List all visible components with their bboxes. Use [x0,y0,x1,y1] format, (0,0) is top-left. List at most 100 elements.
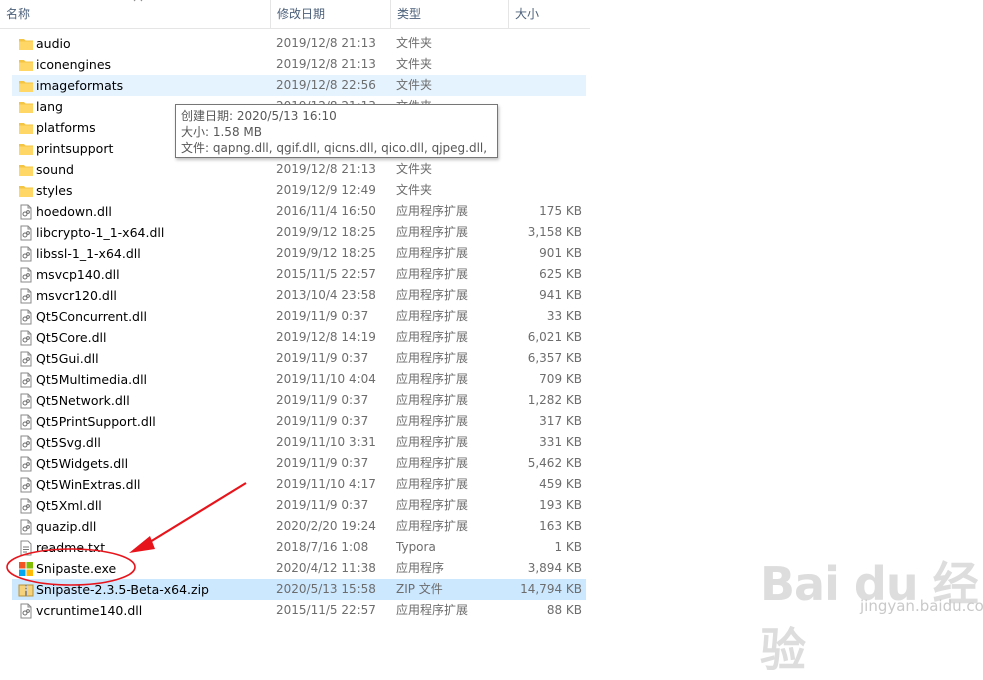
file-name: sound [36,162,74,177]
file-row[interactable]: Qt5Widgets.dll 2019/11/9 0:37 应用程序扩展 5,462 … [12,453,586,474]
file-date: 2020/4/12 11:38 [276,561,376,575]
column-header-bar: 名称 修改日期 类型 大小 [0,0,590,29]
file-name: msvcr120.dll [36,288,117,303]
column-header-type[interactable]: 类型 [390,0,508,28]
file-type: 应用程序扩展 [396,246,469,260]
file-type: 应用程序扩展 [396,309,469,323]
file-row[interactable]: Qt5Multimedia.dll 2019/11/10 4:04 应用程序扩展 70… [12,369,586,390]
file-size [492,138,582,159]
file-row[interactable]: msvcr120.dll 2013/10/4 23:58 应用程序扩展 941 KB [12,285,586,306]
file-size: 3,158 KB [527,225,582,239]
file-row[interactable]: iconengines 2019/12/8 21:13 文件夹 [12,54,586,75]
file-size [492,75,582,96]
file-date: 2019/12/8 14:19 [276,330,376,344]
file-size: 193 KB [539,498,582,512]
dll-file-icon [18,603,34,619]
file-name: Qt5Core.dll [36,330,107,345]
file-size [492,96,582,117]
file-date: 2015/11/5 22:57 [276,603,376,617]
file-date: 2019/11/9 0:37 [276,498,369,512]
file-type: 应用程序扩展 [396,288,469,302]
file-date: 2019/11/9 0:37 [276,393,369,407]
file-row[interactable]: Qt5Gui.dll 2019/11/9 0:37 应用程序扩展 6,357 KB [12,348,586,369]
folder-icon [18,183,34,199]
file-row[interactable]: quazip.dll 2020/2/20 19:24 应用程序扩展 163 KB [12,516,586,537]
file-type: 应用程序扩展 [396,456,469,470]
file-name: lang [36,99,63,114]
folder-icon [18,120,34,136]
file-name: audio [36,36,71,51]
dll-file-icon [18,225,34,241]
file-row[interactable]: libssl-1_1-x64.dll 2019/9/12 18:25 应用程序扩展 9… [12,243,586,264]
file-row[interactable]: sound 2019/12/8 21:13 文件夹 [12,159,586,180]
dll-file-icon [18,456,34,472]
file-name: Snipaste.exe [36,561,117,576]
text-file-icon [18,540,34,556]
dll-file-icon [18,267,34,283]
tooltip-size: 大小: 1.58 MB [181,125,262,139]
file-row[interactable]: Snipaste.exe 2020/4/12 11:38 应用程序 3,894 KB [12,558,586,579]
file-type: 应用程序扩展 [396,477,469,491]
file-row[interactable]: styles 2019/12/9 12:49 文件夹 [12,180,586,201]
file-row[interactable]: msvcp140.dll 2015/11/5 22:57 应用程序扩展 625 KB [12,264,586,285]
file-name: vcruntime140.dll [36,603,143,618]
column-header-name[interactable]: 名称 [0,0,270,28]
file-type: 应用程序扩展 [396,351,469,365]
file-row[interactable]: Qt5Concurrent.dll 2019/11/9 0:37 应用程序扩展 33 … [12,306,586,327]
file-size: 6,021 KB [527,330,582,344]
file-size: 901 KB [539,246,582,260]
file-date: 2019/12/8 21:13 [276,36,376,50]
file-type: 应用程序扩展 [396,498,469,512]
dll-file-icon [18,309,34,325]
file-date: 2020/5/13 15:58 [276,582,376,596]
file-name: styles [36,183,73,198]
file-row[interactable]: Qt5Xml.dll 2019/11/9 0:37 应用程序扩展 193 KB [12,495,586,516]
file-row[interactable]: Qt5PrintSupport.dll 2019/11/9 0:37 应用程序扩展 3… [12,411,586,432]
file-row[interactable]: readme.txt 2018/7/16 1:08 Typora 1 KB [12,537,586,558]
file-date: 2018/7/16 1:08 [276,540,369,554]
file-size [492,159,582,180]
file-date: 2019/9/12 18:25 [276,246,376,260]
file-row[interactable]: Snipaste-2.3.5-Beta-x64.zip 2020/5/13 15:… [12,579,586,600]
dll-file-icon [18,351,34,367]
file-row[interactable]: audio 2019/12/8 21:13 文件夹 [12,33,586,54]
file-type: 应用程序扩展 [396,330,469,344]
file-row[interactable]: libcrypto-1_1-x64.dll 2019/9/12 18:25 应用程序… [12,222,586,243]
file-row[interactable]: Qt5Core.dll 2019/12/8 14:19 应用程序扩展 6,021 KB [12,327,586,348]
file-row[interactable]: hoedown.dll 2016/11/4 16:50 应用程序扩展 175 KB [12,201,586,222]
file-name: Qt5Xml.dll [36,498,102,513]
file-type: 应用程序扩展 [396,372,469,386]
file-size: 459 KB [539,477,582,491]
column-header-date[interactable]: 修改日期 [270,0,390,28]
dll-file-icon [18,435,34,451]
file-name: readme.txt [36,540,106,555]
file-name: Qt5Widgets.dll [36,456,129,471]
snipaste-app-icon [18,561,34,577]
file-type: 文件夹 [396,57,433,71]
file-row[interactable]: Qt5Network.dll 2019/11/9 0:37 应用程序扩展 1,282 … [12,390,586,411]
folder-icon [18,99,34,115]
file-row[interactable]: imageformats 2019/12/8 22:56 文件夹 [12,75,586,96]
file-type: 文件夹 [396,162,433,176]
column-header-size[interactable]: 大小 [508,0,590,28]
file-size: 175 KB [539,204,582,218]
file-row[interactable]: Qt5WinExtras.dll 2019/11/10 4:17 应用程序扩展 459… [12,474,586,495]
file-size: 941 KB [539,288,582,302]
file-type: 应用程序扩展 [396,435,469,449]
file-date: 2019/11/9 0:37 [276,351,369,365]
file-type: 文件夹 [396,78,433,92]
file-type: 应用程序扩展 [396,519,469,533]
file-date: 2019/12/9 12:49 [276,183,376,197]
file-name: msvcp140.dll [36,267,120,282]
dll-file-icon [18,414,34,430]
file-row[interactable]: Qt5Svg.dll 2019/11/10 3:31 应用程序扩展 331 KB [12,432,586,453]
file-row[interactable]: vcruntime140.dll 2015/11/5 22:57 应用程序扩展 88 … [12,600,586,621]
zip-file-icon [18,582,34,598]
dll-file-icon [18,246,34,262]
file-size: 33 KB [546,309,582,323]
folder-icon [18,162,34,178]
file-type: 应用程序扩展 [396,414,469,428]
file-type: Typora [396,540,436,554]
file-name: imageformats [36,78,124,93]
folder-icon [18,141,34,157]
